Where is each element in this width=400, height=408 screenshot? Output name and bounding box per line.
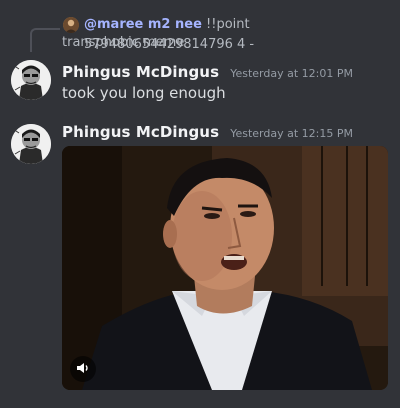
message-header: Phingus McDingus Yesterday at 12:15 PM [62,122,353,142]
reply-spine [30,28,60,52]
reply-author[interactable]: @maree m2 nee [84,17,202,32]
avatar[interactable] [11,60,51,100]
timestamp[interactable]: Yesterday at 12:15 PM [230,127,353,140]
timestamp[interactable]: Yesterday at 12:01 PM [230,67,353,80]
video-frame [62,146,388,390]
avatar[interactable] [11,124,51,164]
author-name[interactable]: Phingus McDingus [62,123,219,141]
author-name[interactable]: Phingus McDingus [62,63,219,81]
volume-button[interactable] [70,356,96,382]
chat-view: @maree m2 nee !!point 579480654429814796… [0,0,400,408]
volume-icon [76,360,90,379]
message-content: took you long enough [62,84,226,102]
message-header: Phingus McDingus Yesterday at 12:01 PM [62,62,353,82]
video-attachment[interactable] [62,146,388,390]
reply-author-avatar[interactable] [63,17,79,33]
reply-preview[interactable]: @maree m2 nee !!point 579480654429814796… [0,0,400,56]
reply-content-line2: transphobic meme [62,35,185,50]
